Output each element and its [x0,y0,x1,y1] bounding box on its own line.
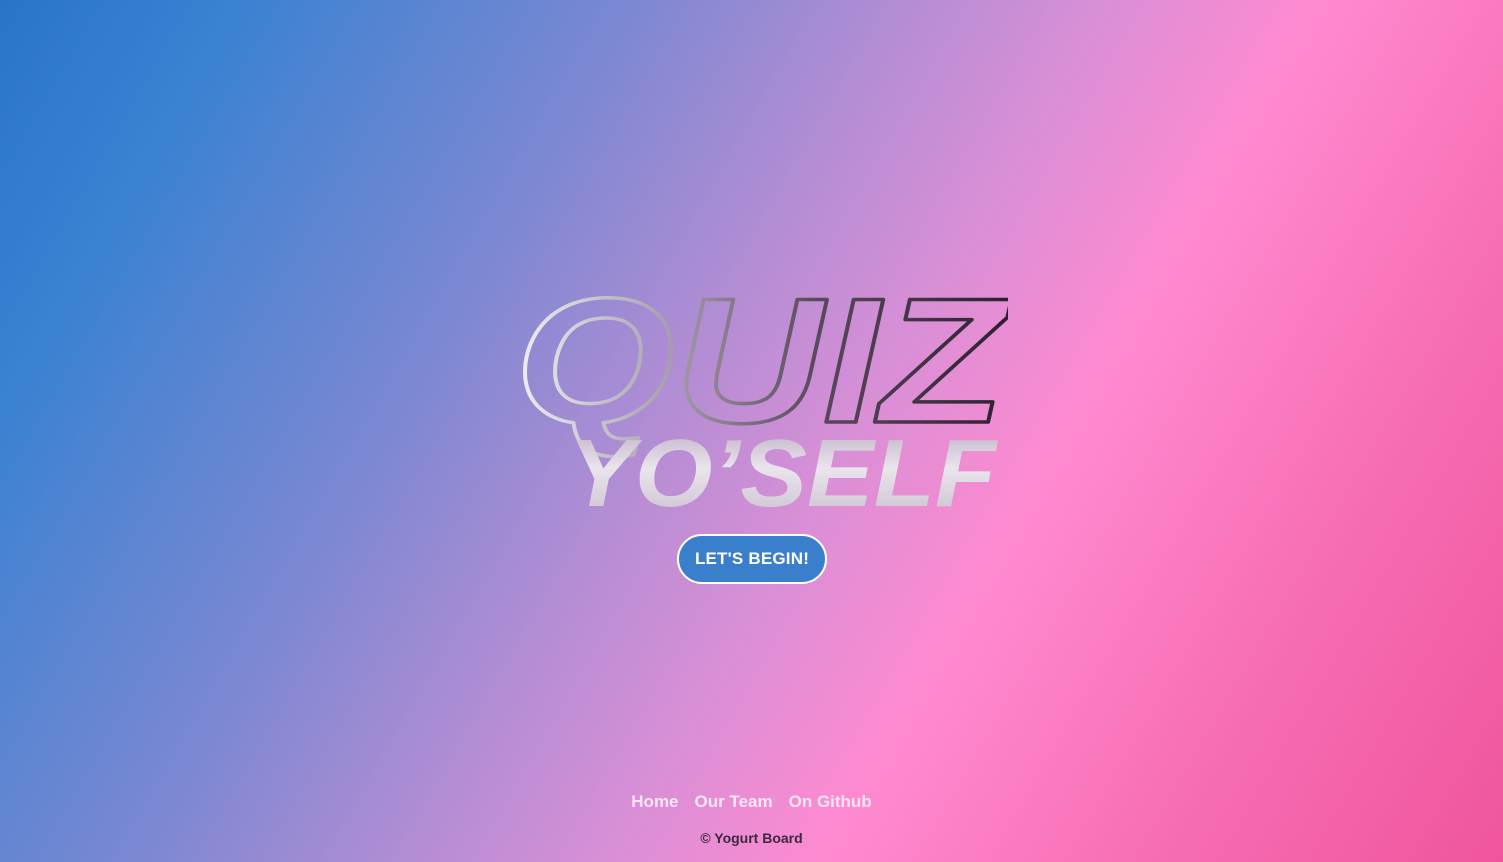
begin-button[interactable]: LET'S BEGIN! [677,534,827,584]
quiz-yoself-logo: QUIZ YO’SELF [498,270,1008,520]
copyright-text: © Yogurt Board [700,830,803,846]
footer-link-our-team[interactable]: Our Team [695,792,773,812]
logo-line-yoself: YO’SELF [568,420,998,520]
footer-link-home[interactable]: Home [631,792,678,812]
footer-nav: Home Our Team On Github [0,792,1503,812]
footer-link-github[interactable]: On Github [789,792,872,812]
